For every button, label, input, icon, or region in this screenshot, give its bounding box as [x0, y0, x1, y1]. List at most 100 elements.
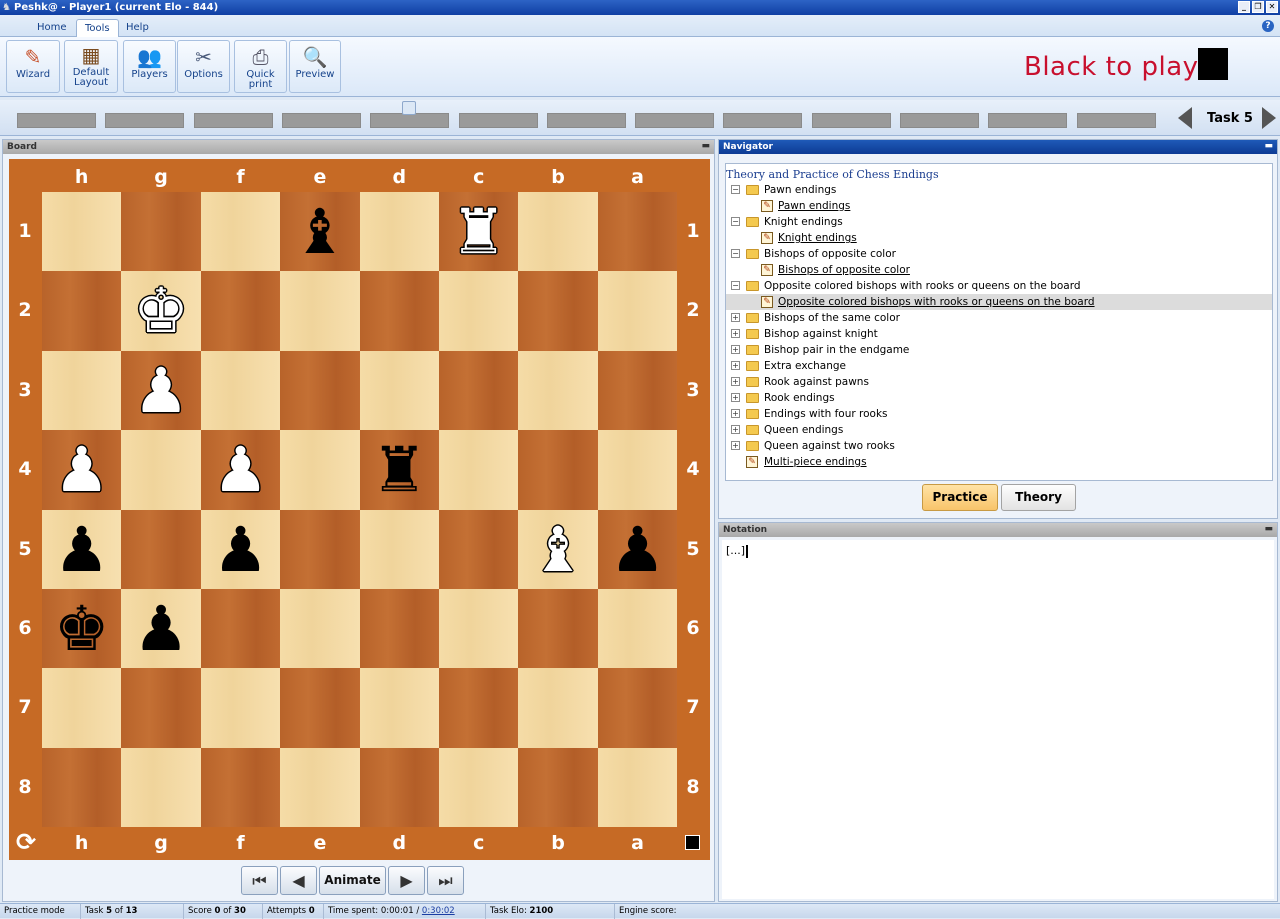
square-c6[interactable] — [439, 589, 519, 669]
minimize-panel-icon[interactable]: ▬ — [1264, 139, 1273, 153]
white-pawn-icon[interactable]: ♟ — [201, 430, 280, 509]
practice-button[interactable]: Practice — [922, 484, 998, 511]
square-b7[interactable] — [518, 668, 598, 748]
square-a4[interactable] — [597, 430, 678, 510]
square-c3[interactable] — [439, 350, 519, 431]
square-f6[interactable] — [200, 589, 281, 669]
black-pawn-icon[interactable]: ♟ — [598, 510, 677, 589]
task-segment[interactable] — [811, 113, 891, 128]
square-f2[interactable] — [200, 271, 281, 351]
expand-icon[interactable]: + — [731, 393, 740, 402]
options-button[interactable]: ✂ Options — [177, 40, 230, 93]
square-a2[interactable] — [597, 271, 678, 351]
tab-home[interactable]: Home — [29, 19, 75, 37]
square-a8[interactable] — [597, 747, 678, 828]
tree-folder[interactable]: − Knight endings — [726, 214, 1272, 230]
black-king-icon[interactable]: ♚ — [42, 589, 121, 668]
first-move-button[interactable]: ⏮ — [241, 866, 278, 895]
square-g8[interactable] — [121, 747, 201, 828]
tree-item[interactable]: ✎ Pawn endings — [726, 198, 1272, 214]
previous-task-arrow-icon[interactable] — [1178, 107, 1192, 129]
white-pawn-icon[interactable]: ♟ — [42, 430, 121, 509]
task-segment[interactable] — [458, 113, 538, 128]
collapse-icon[interactable]: − — [731, 185, 740, 194]
task-segment[interactable] — [105, 113, 185, 128]
white-bishop-icon[interactable]: ♝ — [518, 510, 597, 589]
square-f8[interactable] — [200, 747, 281, 828]
black-pawn-icon[interactable]: ♟ — [121, 589, 200, 668]
tree-folder[interactable]: + Bishop against knight — [726, 326, 1272, 342]
square-e2[interactable] — [280, 271, 360, 351]
square-c2[interactable] — [439, 271, 519, 351]
tree-item[interactable]: ✎ Multi-piece endings — [726, 454, 1272, 470]
tree-folder[interactable]: + Bishops of the same color — [726, 310, 1272, 326]
square-f3[interactable] — [200, 350, 281, 431]
square-b4[interactable] — [518, 430, 598, 510]
time-limit-link[interactable]: 0:30:02 — [422, 906, 455, 916]
square-e8[interactable] — [280, 747, 360, 828]
quick-print-button[interactable]: ⎙ Quick print — [234, 40, 287, 93]
expand-icon[interactable]: + — [731, 409, 740, 418]
expand-icon[interactable]: + — [731, 313, 740, 322]
tree-folder[interactable]: − Pawn endings — [726, 182, 1272, 198]
square-g7[interactable] — [121, 668, 201, 748]
tree-folder[interactable]: − Bishops of opposite color — [726, 246, 1272, 262]
notation-text[interactable]: [...] — [726, 544, 749, 558]
square-g4[interactable] — [121, 430, 201, 510]
square-e4[interactable] — [280, 430, 360, 510]
task-segment[interactable] — [281, 113, 361, 128]
square-c4[interactable] — [439, 430, 519, 510]
square-g1[interactable] — [121, 192, 201, 272]
theory-button[interactable]: Theory — [1001, 484, 1076, 511]
tree-title[interactable]: Theory and Practice of Chess Endings — [726, 168, 939, 181]
minimize-panel-icon[interactable]: ▬ — [701, 139, 710, 153]
help-icon[interactable]: ? — [1262, 20, 1274, 32]
square-a3[interactable] — [597, 350, 678, 431]
white-rook-icon[interactable]: ♜ — [439, 192, 518, 271]
square-b1[interactable] — [518, 192, 598, 272]
collapse-icon[interactable]: − — [731, 217, 740, 226]
tree-folder[interactable]: + Rook endings — [726, 390, 1272, 406]
expand-icon[interactable]: + — [731, 425, 740, 434]
square-b3[interactable] — [518, 350, 598, 431]
task-segment[interactable] — [635, 113, 715, 128]
close-icon[interactable]: ✕ — [1266, 1, 1278, 13]
square-c8[interactable] — [439, 747, 519, 828]
task-segment[interactable] — [1076, 113, 1156, 128]
square-h3[interactable] — [42, 350, 122, 431]
square-b2[interactable] — [518, 271, 598, 351]
square-d1[interactable] — [359, 192, 439, 272]
task-segment[interactable] — [723, 113, 803, 128]
task-segment[interactable] — [988, 113, 1068, 128]
tree-item[interactable]: ✎ Knight endings — [726, 230, 1272, 246]
tree-folder[interactable]: + Bishop pair in the endgame — [726, 342, 1272, 358]
rotate-board-icon[interactable]: ⟳ — [13, 829, 39, 855]
black-pawn-icon[interactable]: ♟ — [201, 510, 280, 589]
square-d8[interactable] — [359, 747, 439, 828]
square-h8[interactable] — [42, 747, 122, 828]
default-layout-button[interactable]: ▦ Default Layout — [64, 40, 118, 93]
square-c5[interactable] — [439, 509, 519, 589]
expand-icon[interactable]: + — [731, 345, 740, 354]
square-e5[interactable] — [280, 509, 360, 589]
next-task-arrow-icon[interactable] — [1262, 107, 1276, 129]
task-segment[interactable] — [370, 113, 450, 128]
task-segment[interactable] — [17, 113, 96, 128]
expand-icon[interactable]: + — [731, 377, 740, 386]
notation-editor[interactable]: [...] — [722, 540, 1274, 899]
tree-folder[interactable]: − Opposite colored bishops with rooks or … — [726, 278, 1272, 294]
tree-item[interactable]: ✎ Opposite colored bishops with rooks or … — [726, 294, 1272, 310]
white-pawn-icon[interactable]: ♟ — [121, 351, 200, 430]
players-button[interactable]: 👥 Players — [123, 40, 176, 93]
black-bishop-icon[interactable]: ♝ — [280, 192, 359, 271]
previous-move-button[interactable]: ◀ — [280, 866, 317, 895]
expand-icon[interactable]: + — [731, 441, 740, 450]
tree-folder[interactable]: + Extra exchange — [726, 358, 1272, 374]
tree-item[interactable]: ✎ Bishops of opposite color — [726, 262, 1272, 278]
square-h7[interactable] — [42, 668, 122, 748]
minimize-panel-icon[interactable]: ▬ — [1264, 522, 1273, 536]
square-f1[interactable] — [200, 192, 281, 272]
square-g5[interactable] — [121, 509, 201, 589]
tree-folder[interactable]: + Rook against pawns — [726, 374, 1272, 390]
square-b6[interactable] — [518, 589, 598, 669]
